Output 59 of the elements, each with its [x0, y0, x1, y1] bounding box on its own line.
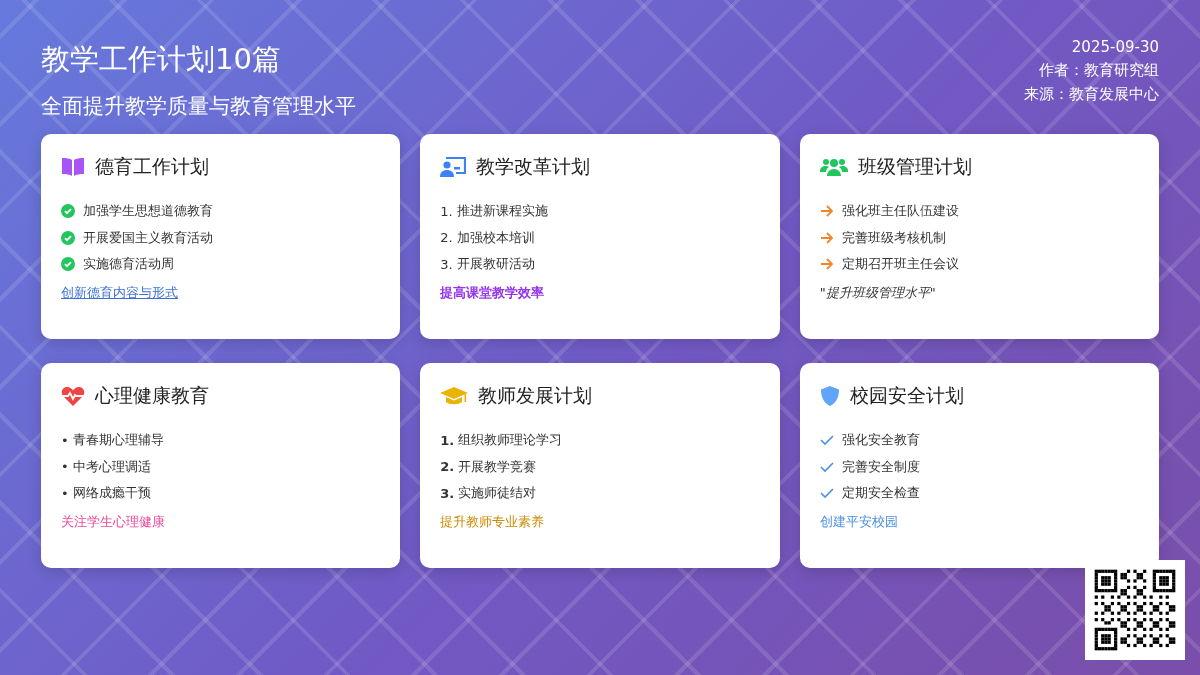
list-item-text: 实施德育活动周 — [83, 255, 174, 274]
users-icon — [819, 157, 848, 177]
footer-link[interactable]: 创新德育内容与形式 — [61, 283, 178, 302]
list-item-text: 完善班级考核机制 — [841, 228, 946, 247]
footer-quote: "提升班级管理水平" — [819, 283, 936, 302]
check-icon — [819, 460, 834, 473]
list-marker: 3. — [440, 485, 455, 501]
list-item-text: 开展爱国主义教育活动 — [83, 228, 213, 247]
list-item-text: 强化安全教育 — [841, 431, 920, 450]
check-circle-icon — [61, 257, 75, 272]
list-marker: • — [61, 485, 69, 501]
card-title: 校园安全计划 — [849, 383, 964, 408]
list-item-text: 加强校本培训 — [456, 228, 535, 247]
arrow-icon — [819, 205, 834, 218]
footer-note: 提高课堂教学效率 — [440, 283, 545, 302]
list-item-text: 开展教学竞赛 — [458, 457, 537, 476]
check-circle-icon — [61, 230, 75, 245]
teacher-board-icon — [440, 156, 467, 178]
heart-pulse-icon — [61, 385, 85, 407]
book-icon — [61, 157, 85, 177]
list-marker: 2. — [440, 459, 455, 475]
list-marker: • — [61, 432, 69, 448]
check-circle-icon — [61, 204, 75, 219]
card-title: 德育工作计划 — [95, 154, 209, 179]
page-subtitle: 全面提升教学质量与教育管理水平 — [41, 93, 356, 120]
arrow-icon — [819, 258, 834, 271]
list-marker: 2. — [440, 230, 453, 246]
card-title: 教学改革计划 — [476, 154, 591, 179]
card-title: 心理健康教育 — [95, 383, 209, 408]
source-text: 来源：教育发展中心 — [1024, 85, 1159, 104]
list-item-text: 网络成瘾干预 — [72, 484, 151, 503]
card-title: 班级管理计划 — [857, 154, 972, 179]
footer-note: 提升教师专业素养 — [440, 512, 545, 531]
list-item-text: 中考心理调适 — [72, 457, 151, 476]
list-item-text: 定期召开班主任会议 — [841, 255, 959, 274]
arrow-icon — [819, 231, 834, 244]
graduation-cap-icon — [440, 386, 469, 406]
footer-note: 创建平安校园 — [819, 512, 898, 531]
list-marker: 1. — [440, 432, 455, 448]
list-item-text: 青春期心理辅导 — [72, 431, 164, 450]
date-text: 2025-09-30 — [1071, 38, 1159, 56]
author-text: 作者：教育研究组 — [1039, 61, 1159, 80]
list-item-text: 组织教师理论学习 — [458, 431, 563, 450]
check-icon — [819, 434, 834, 447]
list-marker: 1. — [440, 203, 453, 219]
page-title: 教学工作计划10篇 — [41, 41, 282, 78]
list-item-text: 加强学生思想道德教育 — [83, 202, 213, 221]
check-icon — [819, 487, 834, 500]
list-marker: • — [61, 459, 69, 475]
list-item-text: 推进新课程实施 — [456, 202, 548, 221]
footer-note: 关注学生心理健康 — [61, 512, 165, 531]
list-marker: 3. — [440, 256, 453, 272]
list-item-text: 定期安全检查 — [841, 484, 920, 503]
list-item-text: 完善安全制度 — [841, 457, 920, 476]
shield-icon — [819, 385, 840, 407]
list-item-text: 强化班主任队伍建设 — [841, 202, 959, 221]
list-item-text: 实施师徒结对 — [458, 484, 537, 503]
list-item-text: 开展教研活动 — [456, 255, 535, 274]
card-title: 教师发展计划 — [478, 383, 593, 408]
